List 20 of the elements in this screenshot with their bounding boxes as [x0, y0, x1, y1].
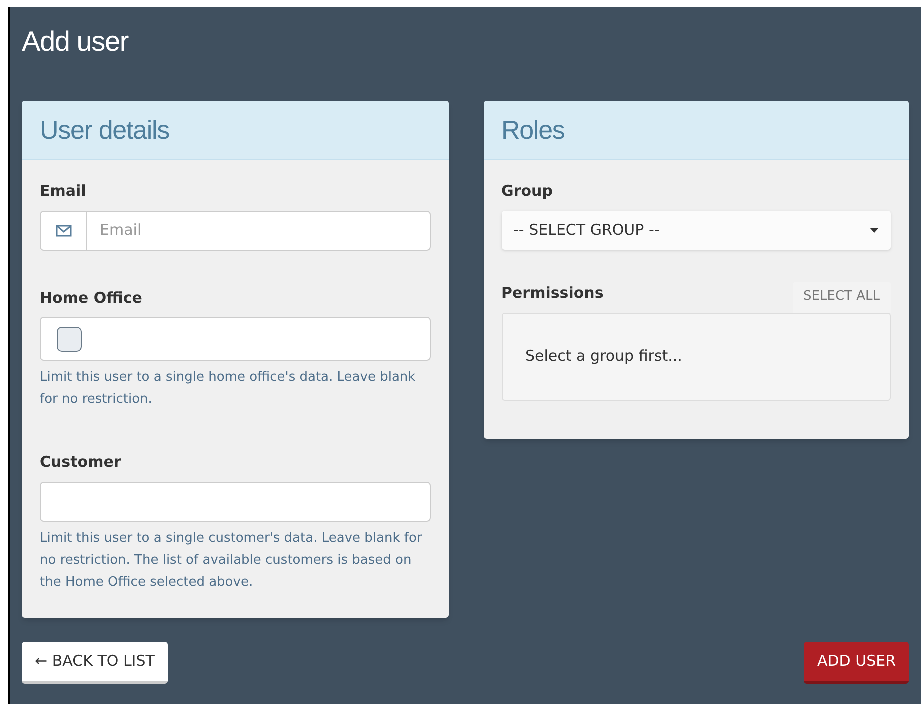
- field-label: Email: [40, 181, 88, 202]
- field-label: Home Office: [40, 288, 144, 308]
- envelope-icon: [56, 224, 72, 236]
- group-dropdown[interactable]: -- SELECT GROUP --: [502, 210, 891, 250]
- page-title: Add user: [22, 25, 128, 59]
- empty-message: Select a group first...: [526, 346, 682, 368]
- help-text: Limit this user to a single home office's data. Leave blank for no restriction.: [40, 369, 417, 409]
- home-office-field[interactable]: [40, 317, 430, 361]
- card-title: Roles: [502, 114, 565, 146]
- field-label: Customer: [40, 452, 122, 473]
- help-text: Limit this user to a single customer's data. Leave blank for no restriction. The list of available customers is based on the Home Office selected above.: [40, 530, 424, 592]
- card-title: User details: [40, 114, 170, 146]
- customer-field[interactable]: [40, 482, 430, 522]
- field-label: Group: [502, 181, 554, 202]
- back-to-list-button[interactable]: ← BACK TO LIST: [22, 642, 168, 684]
- caret-icon: [870, 228, 879, 232]
- field-label: Permissions: [502, 283, 604, 304]
- email-field[interactable]: Email: [87, 210, 430, 250]
- checkbox[interactable]: [57, 326, 82, 352]
- add-user-button[interactable]: ADD USER: [804, 642, 909, 684]
